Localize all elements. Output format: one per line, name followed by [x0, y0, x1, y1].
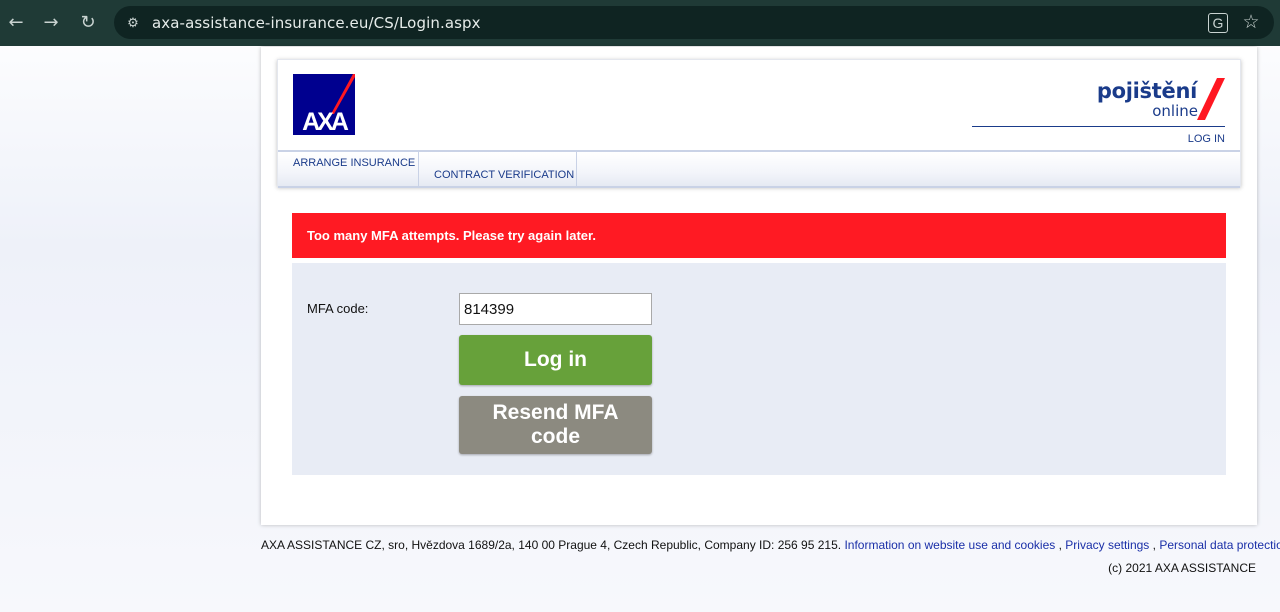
- reload-icon[interactable]: ↻: [77, 11, 99, 33]
- header-divider: [972, 126, 1225, 127]
- mfa-code-input[interactable]: [459, 293, 652, 325]
- menu-item-label: ARRANGE INSURANCE: [293, 157, 416, 169]
- resend-mfa-button[interactable]: Resend MFA code: [459, 396, 652, 454]
- mfa-form: MFA code: Log in Resend MFA code: [292, 263, 1226, 475]
- footer-company-text: AXA ASSISTANCE CZ, sro, Hvězdova 1689/2a…: [261, 538, 842, 552]
- translate-icon[interactable]: G: [1208, 13, 1228, 33]
- svg-text:AXA: AXA: [302, 108, 349, 135]
- menu-item-arrange-insurance[interactable]: ARRANGE INSURANCE: [278, 152, 419, 188]
- footer: AXA ASSISTANCE CZ, sro, Hvězdova 1689/2a…: [261, 538, 1280, 552]
- footer-separator: ,: [1058, 538, 1062, 552]
- mfa-code-label: MFA code:: [307, 301, 369, 316]
- bookmark-star-icon[interactable]: ☆: [1240, 11, 1262, 33]
- main-menu: ARRANGE INSURANCE CONTRACT VERIFICATION: [278, 150, 1240, 188]
- footer-separator: ,: [1152, 538, 1156, 552]
- site-info-icon[interactable]: ⚙: [124, 14, 142, 32]
- error-alert: Too many MFA attempts. Please try again …: [292, 213, 1226, 258]
- page-card: AXA pojištění online LOG IN ARRANGE INSU…: [261, 47, 1257, 525]
- footer-link-privacy[interactable]: Privacy settings: [1065, 538, 1149, 552]
- brand-logo: pojištění online: [1095, 76, 1225, 124]
- url-text[interactable]: axa-assistance-insurance.eu/CS/Login.asp…: [152, 14, 481, 32]
- address-bar[interactable]: ⚙ axa-assistance-insurance.eu/CS/Login.a…: [114, 6, 1274, 39]
- error-message: Too many MFA attempts. Please try again …: [307, 228, 596, 243]
- menu-item-label: CONTRACT VERIFICATION: [434, 169, 575, 181]
- browser-toolbar: ← → ↻ ⚙ axa-assistance-insurance.eu/CS/L…: [0, 0, 1280, 46]
- footer-link-personal-data[interactable]: Personal data protection: [1159, 538, 1280, 552]
- footer-link-cookies[interactable]: Information on website use and cookies: [844, 538, 1055, 552]
- axa-logo[interactable]: AXA: [293, 74, 355, 135]
- site-header: AXA pojištění online LOG IN ARRANGE INSU…: [277, 59, 1241, 188]
- forward-arrow-icon[interactable]: →: [40, 11, 62, 33]
- login-button[interactable]: Log in: [459, 335, 652, 385]
- brand-title: pojištění: [1096, 79, 1197, 103]
- copyright: (c) 2021 AXA ASSISTANCE: [1108, 561, 1256, 575]
- brand-subtitle: online: [1152, 102, 1198, 120]
- login-link[interactable]: LOG IN: [1188, 133, 1225, 145]
- brand-slash-icon: [1197, 78, 1225, 120]
- menu-item-contract-verification[interactable]: CONTRACT VERIFICATION: [419, 152, 577, 188]
- back-arrow-icon[interactable]: ←: [5, 11, 27, 33]
